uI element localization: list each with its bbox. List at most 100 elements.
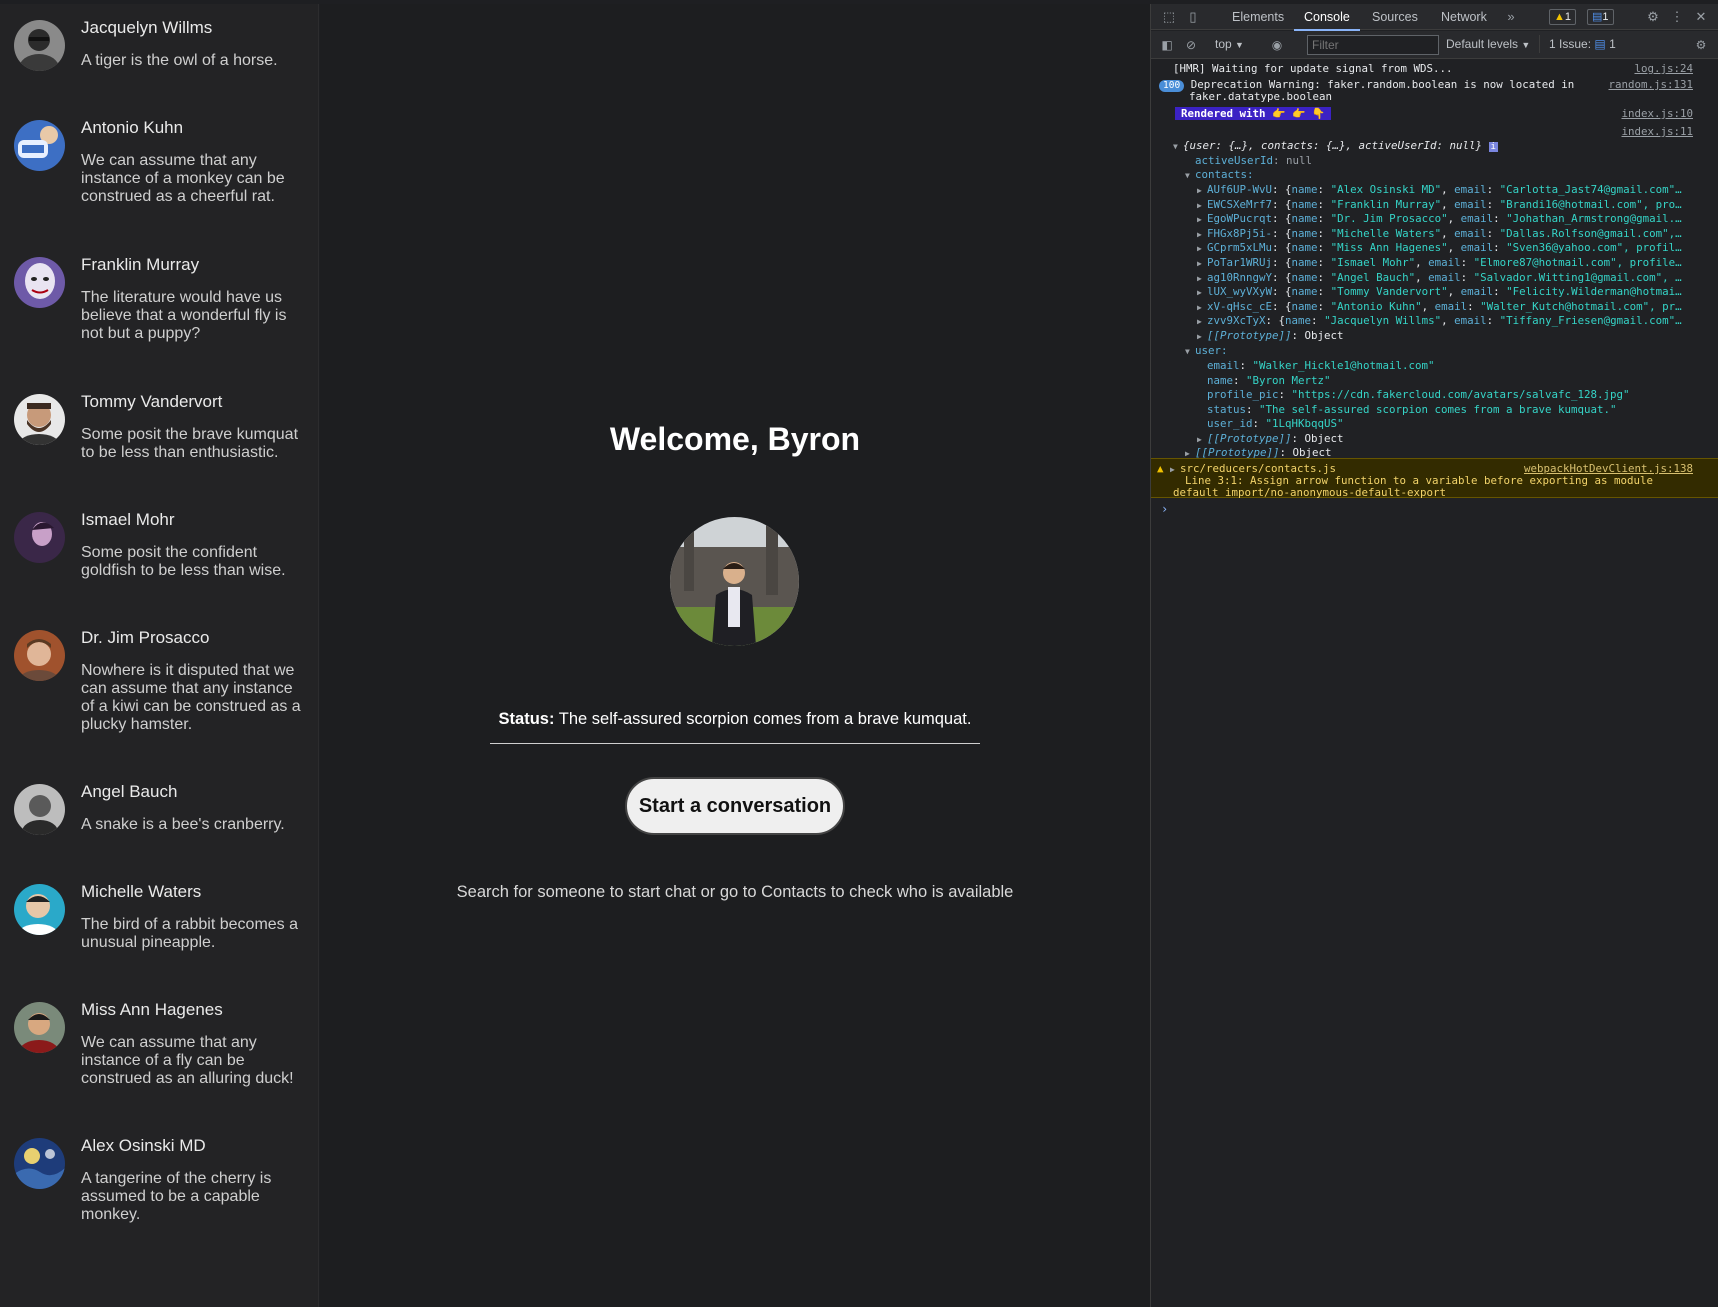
object-summary[interactable]: ▼ {user: {…}, contacts: {…}, activeUserId… — [1173, 139, 1718, 152]
expand-triangle-icon: ▶ — [1185, 449, 1190, 458]
user-field-row: name: "Byron Mertz" — [1207, 373, 1331, 387]
object-property[interactable]: ▼ user: — [1185, 344, 1718, 357]
warning-icon: ▲ — [1554, 11, 1565, 23]
info-icon: i — [1488, 142, 1498, 152]
filter-input[interactable] — [1307, 35, 1439, 55]
avatar — [14, 20, 65, 71]
source-link[interactable]: log.js:24 — [1634, 62, 1693, 75]
avatar — [14, 257, 65, 308]
expand-triangle-icon: ▼ — [1185, 347, 1190, 356]
hint-text: Search for someone to start chat or go t… — [456, 883, 1014, 901]
object-property[interactable]: ▼ contacts: — [1185, 168, 1718, 181]
gear-icon[interactable]: ⚙ — [1645, 9, 1661, 25]
contact-entry-row[interactable]: ▶ ag10RnngwY: {name: "Angel Bauch", email… — [1197, 271, 1718, 284]
log-levels-dropdown[interactable]: Default levels ▼ — [1446, 37, 1530, 51]
contact-name: Alex Osinski MD — [81, 1136, 206, 1155]
context-selector[interactable]: top ▼ — [1215, 37, 1244, 51]
contact-status: A tangerine of the cherry is assumed to … — [81, 1170, 272, 1223]
divider — [490, 743, 980, 744]
kebab-menu-icon[interactable]: ⋮ — [1669, 9, 1685, 25]
contact-status: The literature would have us believe tha… — [81, 289, 287, 342]
contact-name: Franklin Murray — [81, 255, 200, 274]
expand-triangle-icon: ▶ — [1197, 200, 1202, 210]
tab-sources[interactable]: Sources — [1372, 10, 1418, 24]
prototype-row[interactable]: ▶ [[Prototype]]: Object — [1197, 432, 1718, 445]
contact-status: Nowhere is it disputed that we can assum… — [81, 662, 301, 733]
status-label: Status: — [498, 710, 555, 728]
contact-status: Some posit the brave kumquat to be less … — [81, 426, 299, 461]
expand-triangle-icon: ▶ — [1197, 435, 1202, 444]
source-link[interactable]: random.js:131 — [1608, 78, 1693, 91]
start-conversation-button[interactable]: Start a conversation — [625, 777, 845, 835]
expand-triangle-icon: ▶ — [1197, 273, 1202, 283]
contact-entry-row[interactable]: ▶ FHGx8Pj5i-: {name: "Michelle Waters", e… — [1197, 227, 1718, 240]
expand-triangle-icon: ▶ — [1197, 259, 1202, 268]
repeat-count-badge: 100 — [1159, 80, 1185, 92]
warning-count-badge[interactable]: ▲1 — [1549, 9, 1577, 25]
close-icon[interactable]: ✕ — [1693, 9, 1709, 25]
chevron-down-icon: ▼ — [1521, 40, 1531, 50]
user-field-row: user_id: "1LqHKbqqUS" — [1207, 417, 1344, 431]
avatar — [14, 120, 65, 171]
status-text: The self-assured scorpion comes from a b… — [558, 710, 972, 728]
user-field-row: email: "Walker_Hickle1@hotmail.com" — [1207, 359, 1435, 372]
contacts-sidebar: Jacquelyn Willms A tiger is the owl of a… — [0, 4, 319, 1307]
console-settings-icon[interactable]: ⚙ — [1693, 37, 1709, 53]
issues-counter[interactable]: 1 Issue: ▤ 1 — [1549, 37, 1616, 51]
sidebar-toggle-icon[interactable]: ◧ — [1159, 37, 1175, 53]
user-field-row: status: "The self-assured scorpion comes… — [1207, 402, 1617, 416]
source-link[interactable]: index.js:10 — [1621, 107, 1693, 120]
expand-triangle-icon: ▼ — [1185, 171, 1190, 180]
expand-triangle-icon: ▶ — [1197, 332, 1202, 341]
message-count-badge[interactable]: ▤1 — [1587, 9, 1614, 25]
contact-status: The bird of a rabbit becomes a unusual p… — [81, 916, 299, 951]
expand-triangle-icon: ▶ — [1197, 288, 1202, 298]
tab-network[interactable]: Network — [1441, 10, 1487, 24]
warning-text: default import/no-anonymous-default-expo… — [1173, 486, 1447, 499]
user-avatar — [670, 517, 799, 646]
contact-entry-row[interactable]: ▶ zvv9XcTyX: {name: "Jacquelyn Willms", e… — [1197, 314, 1718, 327]
object-property: activeUserId: null — [1195, 154, 1313, 167]
inspect-icon[interactable]: ⬚ — [1161, 9, 1177, 25]
contact-entry-row[interactable]: ▶ EWCSXeMrf7: {name: "Franklin Murray", e… — [1197, 198, 1718, 211]
contact-entry-row[interactable]: ▶ EgoWPucrqt: {name: "Dr. Jim Prosacco", … — [1197, 212, 1718, 225]
chevron-down-icon: ▼ — [1235, 40, 1244, 50]
contact-name: Angel Bauch — [81, 782, 178, 801]
user-field-row: profile_pic: "https://cdn.fakercloud.com… — [1207, 388, 1630, 402]
user-status: Status: The self-assured scorpion comes … — [320, 710, 1150, 729]
contact-status: We can assume that any instance of a fly… — [81, 1034, 294, 1087]
contact-name: Tommy Vandervort — [81, 392, 223, 411]
warning-icon: ▲ — [1157, 462, 1164, 475]
expand-triangle-icon: ▶ — [1197, 229, 1202, 239]
device-toolbar-icon[interactable]: ▯ — [1185, 9, 1201, 25]
clear-console-icon[interactable]: ⊘ — [1183, 37, 1199, 53]
expand-triangle-icon: ▶ — [1197, 317, 1202, 327]
source-link[interactable]: index.js:11 — [1621, 125, 1693, 138]
main-panel: Welcome, Byron Status: The self-assured … — [320, 4, 1150, 1307]
prototype-row[interactable]: ▶ [[Prototype]]: Object — [1197, 329, 1718, 342]
message-icon: ▤ — [1592, 11, 1603, 23]
expand-triangle-icon: ▶ — [1197, 215, 1202, 225]
tab-elements[interactable]: Elements — [1232, 10, 1284, 24]
contact-entry-row[interactable]: ▶ AUf6UP-WvU: {name: "Alex Osinski MD", e… — [1197, 183, 1718, 196]
more-tabs-icon[interactable]: » — [1503, 9, 1519, 25]
eye-icon[interactable]: ◉ — [1269, 37, 1285, 53]
expand-triangle-icon: ▼ — [1173, 142, 1178, 151]
contact-entry-row[interactable]: ▶ lUX_wyVXyW: {name: "Tommy Vandervort", … — [1197, 285, 1718, 298]
avatar — [14, 630, 65, 681]
console-prompt-icon[interactable]: › — [1161, 502, 1168, 516]
avatar — [14, 394, 65, 445]
contact-entry-row[interactable]: ▶ GCprm5xLMu: {name: "Miss Ann Hagenes", … — [1197, 241, 1718, 254]
log-entry-cont: faker.datatype.boolean — [1189, 90, 1333, 103]
avatar — [14, 512, 65, 563]
contact-name: Ismael Mohr — [81, 510, 175, 529]
message-icon: ▤ — [1594, 37, 1606, 51]
contact-entry-row[interactable]: ▶ PoTar1WRUj: {name: "Ismael Mohr", email… — [1197, 256, 1718, 269]
tab-console[interactable]: Console — [1294, 10, 1360, 31]
expand-triangle-icon: ▶ — [1197, 302, 1202, 312]
contact-entry-row[interactable]: ▶ xV-qHsc_cE: {name: "Antonio Kuhn", emai… — [1197, 300, 1718, 313]
console-toolbar: ◧ ⊘ top ▼ ◉ Default levels ▼ 1 Issue: ▤ … — [1151, 31, 1718, 59]
contact-status: A tiger is the owl of a horse. — [81, 52, 278, 69]
expand-triangle-icon: ▶ — [1197, 186, 1202, 195]
devtools-tabbar: ⬚ ▯ Elements Console Sources Network » ▲… — [1151, 4, 1718, 31]
